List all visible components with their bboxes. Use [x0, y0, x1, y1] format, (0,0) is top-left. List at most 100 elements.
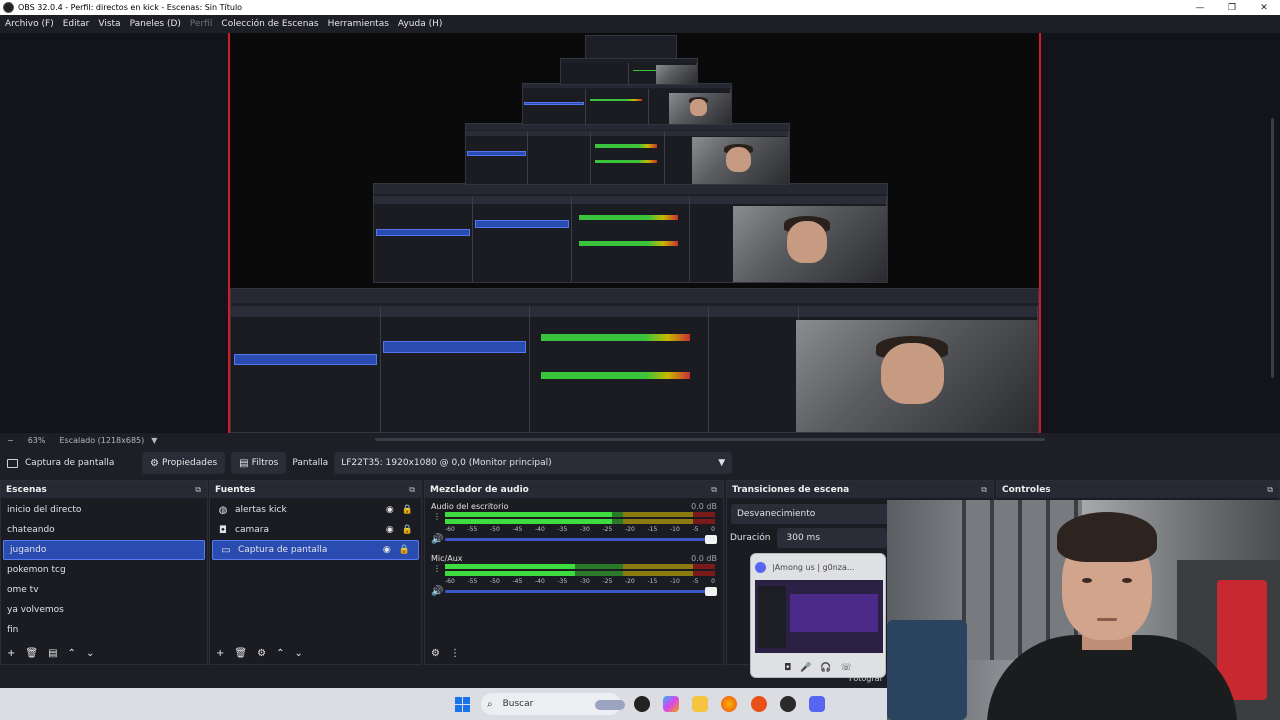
preview-area[interactable] [0, 33, 1280, 433]
channel-menu-icon[interactable]: ⋮ [433, 565, 441, 573]
scenes-dock-header: Escenas ⧉ [1, 481, 207, 498]
scene-label: inicio del directo [7, 505, 82, 515]
controls-dock-header: Controles ⧉ [997, 481, 1279, 498]
dock-undock-icon[interactable]: ⧉ [409, 485, 415, 495]
popup-preview-video [790, 594, 878, 632]
preview-vertical-scrollbar[interactable] [1271, 118, 1274, 378]
remove-source-icon[interactable]: 🗑 [234, 648, 247, 659]
microphone-icon[interactable]: 🎤 [800, 663, 811, 673]
mixer-channel-desktop: Audio del escritorio 0.0 dB ⋮ -60 -55 -50-… [425, 498, 723, 553]
menu-archivo[interactable]: Archivo (F) [5, 19, 54, 29]
eye-icon[interactable]: ◉ [383, 545, 391, 555]
meter-ticks: -60 -55 -50 -45 -40 -35 -30 -25 -20 -15 -10 -5 0 [445, 578, 715, 585]
transition-select-value: Desvanecimiento [737, 509, 816, 519]
camera-icon[interactable]: ◘ [784, 663, 791, 673]
menu-bar: Archivo (F) Editar Vista Paneles (D) Per… [0, 15, 1280, 33]
filters-button[interactable]: ▤ Filtros [231, 452, 287, 474]
volume-slider[interactable] [445, 535, 717, 544]
lock-icon[interactable]: 🔒 [399, 545, 410, 555]
advanced-audio-icon[interactable]: ⚙ [431, 648, 440, 659]
gear-icon[interactable]: ⚙ [257, 648, 266, 659]
minimize-button[interactable]: — [1184, 3, 1216, 13]
scene-item[interactable]: pokemon tcg [1, 560, 207, 580]
nested-mixer [590, 131, 666, 184]
app-icon-g[interactable] [634, 696, 650, 712]
discord-stream-popup[interactable]: |Among us | g0nza... ◘ 🎤 🎧 ☏ [750, 553, 886, 678]
cloud-icon[interactable] [595, 700, 625, 710]
menu-coleccion-escenas[interactable]: Colección de Escenas [221, 19, 318, 29]
remove-scene-icon[interactable]: 🗑 [25, 648, 38, 659]
move-up-icon[interactable]: ⌃ [276, 648, 284, 659]
nested-header [374, 195, 472, 204]
volume-slider[interactable] [445, 587, 717, 596]
preview-canvas[interactable] [228, 33, 1041, 433]
duration-input[interactable]: 300 ms [776, 528, 887, 548]
scene-item-selected[interactable]: jugando [3, 540, 205, 560]
scene-item[interactable]: chateando [1, 520, 207, 540]
channel-name: Audio del escritorio [431, 502, 509, 511]
dock-undock-icon[interactable]: ⧉ [711, 485, 717, 495]
monitor-icon: ▭ [221, 544, 231, 556]
app-icon-orange[interactable] [751, 696, 767, 712]
lock-icon[interactable]: 🔒 [402, 525, 413, 535]
source-item[interactable]: ◍ alertas kick ◉ 🔒 [210, 500, 421, 520]
add-source-icon[interactable]: + [216, 648, 224, 659]
scene-item[interactable]: fin [1, 620, 207, 640]
properties-button[interactable]: ⚙ Propiedades [142, 452, 226, 474]
nested-capture-5 [560, 58, 698, 85]
scene-item[interactable]: inicio del directo [1, 500, 207, 520]
menu-paneles[interactable]: Paneles (D) [130, 19, 181, 29]
move-up-icon[interactable]: ⌃ [68, 648, 76, 659]
eye-icon[interactable]: ◉ [386, 525, 394, 535]
file-explorer-icon[interactable] [692, 696, 708, 712]
nested-selection [524, 102, 584, 106]
close-button[interactable]: ✕ [1248, 3, 1280, 13]
move-down-icon[interactable]: ⌄ [294, 648, 302, 659]
channel-menu-icon[interactable]: ⋮ [433, 513, 441, 521]
obs-icon[interactable] [780, 696, 796, 712]
scene-label: jugando [10, 545, 47, 555]
display-select[interactable]: LF22T35: 1920x1080 @ 0,0 (Monitor princi… [334, 452, 733, 474]
discord-icon[interactable] [809, 696, 825, 712]
meter-tick-label: -50 [490, 526, 500, 533]
source-item-selected[interactable]: ▭ Captura de pantalla ◉ 🔒 [212, 540, 419, 560]
headphones-icon[interactable]: 🎧 [820, 663, 831, 673]
source-item[interactable]: ◘ camara ◉ 🔒 [210, 520, 421, 540]
dock-undock-icon[interactable]: ⧉ [981, 485, 987, 495]
speaker-icon[interactable]: 🔊 [431, 534, 443, 545]
eye-icon[interactable]: ◉ [386, 505, 394, 515]
popup-stream-preview[interactable] [755, 580, 883, 653]
window-title-bar: OBS 32.0.4 - Perfil: directos en kick - … [0, 0, 1280, 15]
filter-icon[interactable]: ▤ [48, 648, 57, 659]
preview-horizontal-scrollbar[interactable] [375, 438, 1045, 441]
dock-undock-icon[interactable]: ⧉ [1267, 485, 1273, 495]
move-down-icon[interactable]: ⌄ [86, 648, 94, 659]
speaker-icon[interactable]: 🔊 [431, 586, 443, 597]
maximize-button[interactable]: ❐ [1216, 3, 1248, 13]
dock-undock-icon[interactable]: ⧉ [195, 485, 201, 495]
menu-editar[interactable]: Editar [63, 19, 90, 29]
scaling-dropdown-icon[interactable]: ▼ [151, 436, 157, 445]
mixer-dock-title: Mezclador de audio [430, 484, 529, 495]
meter-bar [445, 571, 715, 576]
firefox-icon[interactable] [721, 696, 737, 712]
mixer-menu-icon[interactable]: ⋮ [450, 648, 460, 659]
menu-vista[interactable]: Vista [98, 19, 120, 29]
popup-title: |Among us | g0nza... [772, 562, 855, 572]
meter-tick-label: -45 [512, 526, 523, 533]
volume-slider-knob[interactable] [705, 587, 717, 596]
zoom-out-button[interactable]: − [7, 436, 14, 445]
lock-icon[interactable]: 🔒 [402, 505, 413, 515]
volume-slider-knob[interactable] [705, 535, 717, 544]
app-icon-copilot[interactable] [663, 696, 679, 712]
nested-header [665, 131, 788, 136]
menu-ayuda[interactable]: Ayuda (H) [398, 19, 442, 29]
meter-level [445, 512, 613, 517]
hangup-icon[interactable]: ☏ [841, 663, 852, 673]
add-scene-icon[interactable]: + [7, 648, 15, 659]
nested-capture-4 [522, 83, 732, 125]
menu-herramientas[interactable]: Herramientas [328, 19, 389, 29]
scene-item[interactable]: ya volvemos [1, 600, 207, 620]
scene-item[interactable]: ome tv [1, 580, 207, 600]
windows-start-icon[interactable] [455, 697, 470, 712]
